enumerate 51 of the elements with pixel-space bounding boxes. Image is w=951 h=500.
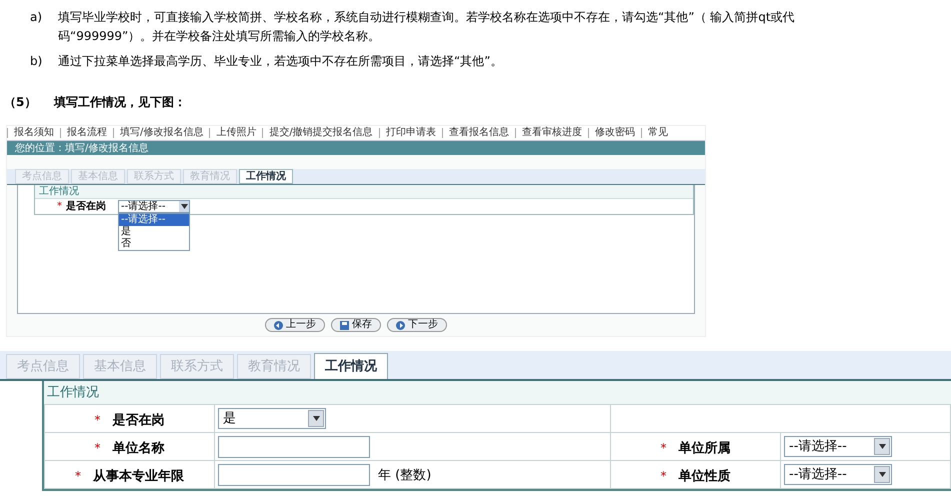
step-number: （5） (4, 94, 38, 111)
dropdown-option[interactable]: 是 (119, 226, 189, 238)
dropdown-option[interactable]: 否 (119, 238, 189, 250)
field-label: 从事本专业年限 (93, 468, 184, 484)
nav-link[interactable]: 打印申请表 (378, 128, 442, 138)
required-mark: * (660, 440, 666, 454)
select-field[interactable]: --请选择-- (118, 200, 190, 213)
list-marker: b) (30, 53, 44, 70)
required-mark: * (94, 440, 100, 454)
tab[interactable]: 工作情况 (239, 169, 293, 184)
nav-link[interactable]: 上传照片 (209, 128, 262, 138)
breadcrumb-bar: 您的位置：填写/修改报名信息 (7, 141, 705, 155)
required-mark: * (75, 468, 81, 482)
select-field[interactable]: --请选择-- (784, 436, 892, 457)
step-button[interactable]: 下一步 (387, 318, 447, 332)
step-button[interactable]: 保存 (331, 318, 381, 332)
select-field[interactable]: --请选择-- (784, 464, 892, 485)
dropdown-option[interactable]: --请选择-- (119, 214, 189, 226)
caret-icon (878, 472, 886, 477)
caret-icon (180, 204, 188, 209)
text-field[interactable] (218, 436, 370, 458)
nav-link[interactable]: 报名流程 (60, 128, 113, 138)
step-button[interactable]: 上一步 (265, 318, 325, 332)
field-label: 单位性质 (678, 468, 730, 484)
field-label: 是否在岗 (66, 200, 107, 214)
list-marker: a) (30, 9, 44, 26)
nav-link[interactable]: 填写/修改报名信息 (113, 128, 210, 138)
field-label: 是否在岗 (112, 412, 164, 428)
nav-link[interactable]: 提交/撤销提交报名信息 (262, 128, 379, 138)
field-label: 单位所属 (678, 440, 730, 456)
unit-hint: 年 (整数) (378, 467, 432, 485)
instruction-text: 填写毕业学校时，可直接输入学校简拼、学校名称，系统自动进行模糊查询。若学校名称在选项中不存在，请勾选“其他”（ 输入简拼qt或代码“999999”）。并在学校备注处填写所需输入的学校名称。 (58, 9, 796, 45)
section-title: 工作情况 (44, 381, 951, 404)
nav-link[interactable]: 报名须知 (7, 128, 60, 138)
required-mark: * (660, 468, 666, 482)
floppy-icon (340, 320, 349, 330)
section-title: 工作情况 (35, 185, 693, 198)
nav-link[interactable]: 修改密码 (588, 128, 641, 138)
instruction-text: 通过下拉菜单选择最高学历、毕业专业，若选项中不存在所需项目，请选择“其他”。 (58, 53, 504, 70)
caret-icon (878, 444, 886, 449)
caret-icon (312, 416, 320, 421)
field-label: 单位名称 (112, 440, 164, 456)
step-title: 填写工作情况，见下图： (54, 94, 186, 111)
nav-link[interactable]: 查看审核进度 (514, 128, 588, 138)
text-field[interactable] (218, 464, 370, 486)
tab[interactable]: 工作情况 (314, 353, 388, 379)
nav-link[interactable]: 常见 (640, 128, 674, 138)
required-mark: * (57, 200, 62, 214)
nav-link[interactable]: 查看报名信息 (442, 128, 515, 138)
select-field[interactable]: 是 (218, 408, 326, 429)
required-mark: * (94, 412, 100, 426)
